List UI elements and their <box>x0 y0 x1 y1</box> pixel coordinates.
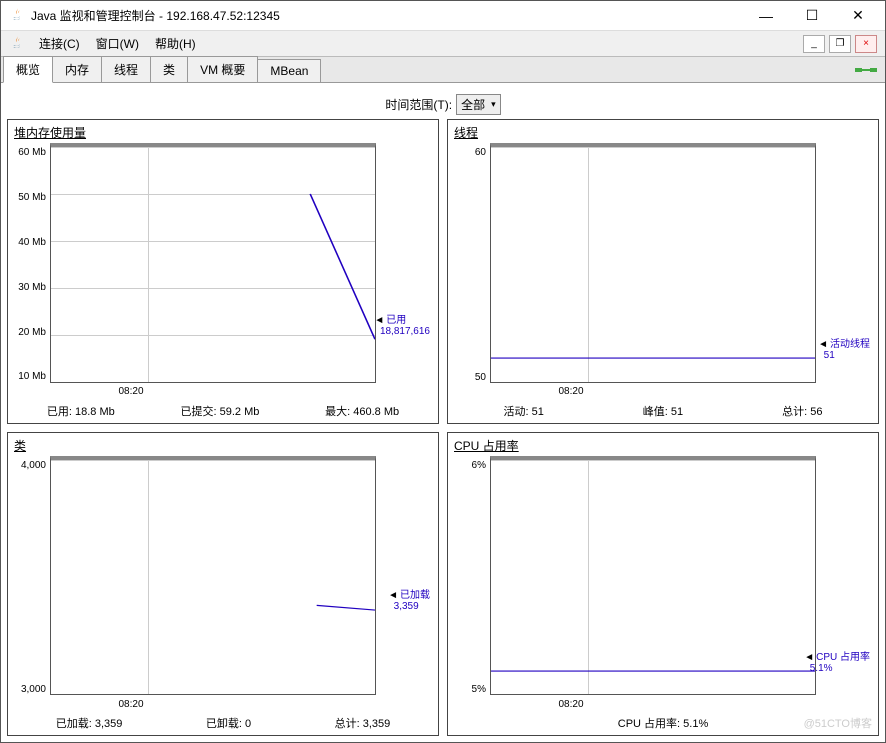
series-legend: ◄活动线程 51 <box>818 339 870 361</box>
mdi-restore-button[interactable]: ❐ <box>829 35 851 53</box>
x-tick: 08:20 <box>119 386 144 397</box>
x-tick: 08:20 <box>559 386 584 397</box>
x-tick: 08:20 <box>119 699 144 710</box>
timerange-row: 时间范围(T): 全部 ▾ <box>7 89 879 119</box>
menu-help[interactable]: 帮助(H) <box>147 32 204 55</box>
java-icon <box>9 8 25 24</box>
series-legend: ◄CPU 占用率 5.1% <box>804 652 870 674</box>
window-title: Java 监视和管理控制台 - 192.168.47.52:12345 <box>31 7 743 24</box>
chart-title: CPU 占用率 <box>454 437 872 454</box>
y-axis: 6% 5% <box>454 456 490 696</box>
menu-window[interactable]: 窗口(W) <box>88 32 147 55</box>
window-minimize-button[interactable]: — <box>743 2 789 30</box>
tab-classes[interactable]: 类 <box>150 56 188 82</box>
series-legend: ◄已加载 3,359 <box>388 590 430 612</box>
plot <box>50 143 376 383</box>
menubar: 连接(C) 窗口(W) 帮助(H) _ ❐ × <box>1 31 885 57</box>
chevron-down-icon: ▾ <box>491 99 496 110</box>
tab-threads[interactable]: 线程 <box>101 56 151 82</box>
chart-heap-memory: 堆内存使用量 60 Mb 50 Mb 40 Mb 30 Mb 20 Mb 10 … <box>7 119 439 424</box>
stats-row: 活动: 51 峰值: 51 总计: 56 <box>454 401 872 421</box>
app-window: Java 监视和管理控制台 - 192.168.47.52:12345 — ☐ … <box>0 0 886 743</box>
tab-overview[interactable]: 概览 <box>3 56 53 83</box>
connection-status-icon <box>855 62 877 78</box>
window-close-button[interactable]: ✕ <box>835 2 881 30</box>
tab-memory[interactable]: 内存 <box>52 56 102 82</box>
stats-row: 已加载: 3,359 已卸载: 0 总计: 3,359 <box>14 713 432 733</box>
timerange-label: 时间范围(T): <box>385 96 452 113</box>
tab-bar: 概览 内存 线程 类 VM 概要 MBean <box>1 57 885 83</box>
x-tick: 08:20 <box>559 699 584 710</box>
chart-title: 线程 <box>454 124 872 141</box>
java-icon <box>9 36 25 52</box>
plot <box>490 143 816 383</box>
y-axis: 60 50 <box>454 143 490 383</box>
stats-row: CPU 占用率: 5.1% <box>454 713 872 733</box>
chart-title: 堆内存使用量 <box>14 124 432 141</box>
content-area: 时间范围(T): 全部 ▾ 堆内存使用量 60 Mb 50 Mb 40 Mb 3… <box>1 83 885 742</box>
series-legend: ◄已用 18,817,616 <box>374 315 430 337</box>
tab-vm-summary[interactable]: VM 概要 <box>187 56 258 82</box>
charts-grid: 堆内存使用量 60 Mb 50 Mb 40 Mb 30 Mb 20 Mb 10 … <box>7 119 879 736</box>
chart-threads: 线程 60 50 ◄活动线程 51 0 <box>447 119 879 424</box>
timerange-value: 全部 <box>461 96 485 113</box>
plot <box>50 456 376 696</box>
y-axis: 60 Mb 50 Mb 40 Mb 30 Mb 20 Mb 10 Mb <box>14 143 50 383</box>
mdi-minimize-button[interactable]: _ <box>803 35 825 53</box>
mdi-close-button[interactable]: × <box>855 35 877 53</box>
y-axis: 4,000 3,000 <box>14 456 50 696</box>
window-maximize-button[interactable]: ☐ <box>789 2 835 30</box>
plot <box>490 456 816 696</box>
tab-mbeans[interactable]: MBean <box>257 59 321 82</box>
chart-classes: 类 4,000 3,000 ◄已加载 3,359 <box>7 432 439 737</box>
titlebar: Java 监视和管理控制台 - 192.168.47.52:12345 — ☐ … <box>1 1 885 31</box>
stats-row: 已用: 18.8 Mb 已提交: 59.2 Mb 最大: 460.8 Mb <box>14 401 432 421</box>
timerange-select[interactable]: 全部 ▾ <box>456 94 501 115</box>
menu-connection[interactable]: 连接(C) <box>31 32 88 55</box>
chart-title: 类 <box>14 437 432 454</box>
chart-cpu: CPU 占用率 6% 5% ◄CPU 占用率 5.1% <box>447 432 879 737</box>
